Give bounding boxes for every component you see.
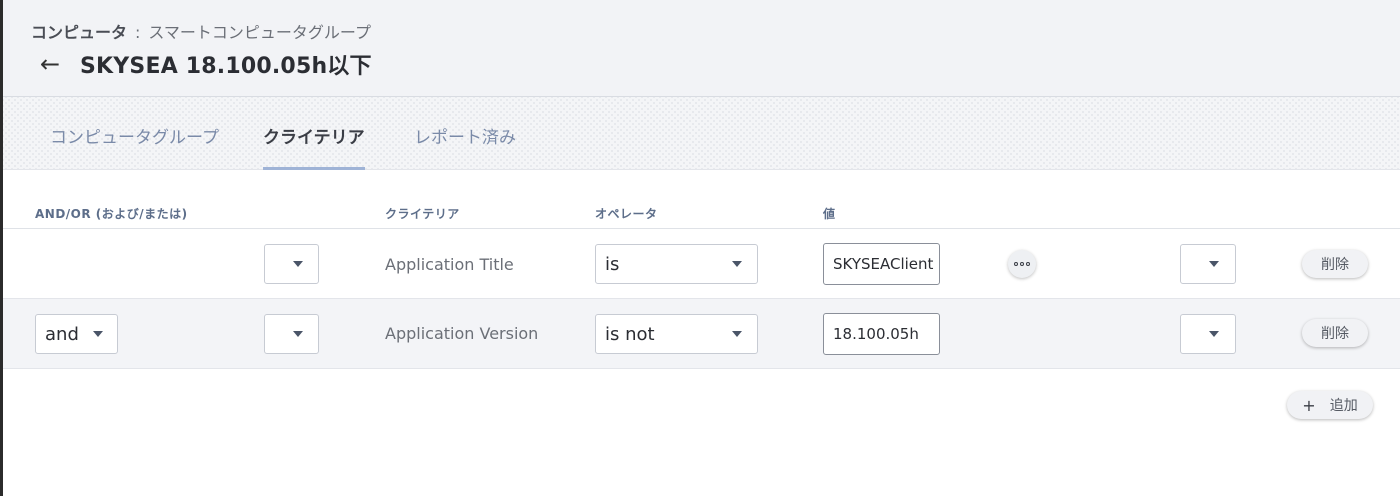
criteria-row: Application Title is SKYSEAClient 削除 (0, 229, 1400, 299)
chevron-down-icon (732, 331, 742, 337)
page-title: SKYSEA 18.100.05h以下 (80, 54, 372, 79)
chevron-down-icon (1209, 261, 1219, 267)
window-edge (0, 0, 3, 496)
column-header-operator: オペレータ (595, 207, 658, 221)
opening-paren-select[interactable] (264, 244, 319, 284)
chevron-down-icon (1209, 331, 1219, 337)
add-criteria-button[interactable]: + 追加 (1287, 391, 1373, 419)
chevron-down-icon (293, 331, 303, 337)
criteria-name: Application Title (385, 255, 514, 274)
operator-value: is not (605, 323, 655, 345)
breadcrumb-separator: : (135, 23, 141, 42)
back-arrow-icon[interactable]: ← (40, 49, 80, 79)
add-label: 追加 (1329, 398, 1358, 414)
tab-bar: コンピュータグループ クライテリア レポート済み (0, 97, 1400, 170)
chevron-down-icon (293, 261, 303, 267)
closing-paren-select[interactable] (1180, 244, 1236, 284)
and-or-value: and (45, 323, 79, 345)
operator-value: is (605, 253, 620, 275)
and-or-select[interactable]: and (35, 314, 118, 354)
breadcrumb-root[interactable]: コンピュータ (31, 23, 127, 42)
chevron-down-icon (732, 261, 742, 267)
closing-paren-select[interactable] (1180, 314, 1236, 354)
operator-select[interactable]: is (595, 244, 758, 284)
opening-paren-select[interactable] (264, 314, 319, 354)
title-row: ← SKYSEA 18.100.05h以下 (40, 48, 372, 80)
column-header-and-or: AND/OR (および/または) (35, 207, 188, 221)
value-input[interactable]: SKYSEAClient (823, 243, 940, 285)
plus-icon: + (1302, 395, 1316, 415)
delete-button[interactable]: 削除 (1302, 250, 1368, 278)
column-header-value: 値 (823, 207, 836, 221)
criteria-name: Application Version (385, 324, 539, 343)
breadcrumb: コンピュータ: スマートコンピュータグループ (31, 19, 371, 43)
more-options-icon[interactable] (1008, 250, 1036, 278)
criteria-table-header: AND/OR (および/または) クライテリア オペレータ 値 (0, 196, 1400, 229)
criteria-row: and Application Version is not 18.100.05… (0, 299, 1400, 369)
tab-computer-groups[interactable]: コンピュータグループ (50, 97, 219, 170)
tab-reports[interactable]: レポート済み (414, 97, 516, 170)
tab-criteria[interactable]: クライテリア (263, 97, 365, 170)
chevron-down-icon (93, 331, 103, 337)
delete-button[interactable]: 削除 (1302, 319, 1368, 347)
breadcrumb-current: スマートコンピュータグループ (148, 23, 371, 42)
column-header-criteria: クライテリア (385, 207, 460, 221)
value-input[interactable]: 18.100.05h (823, 313, 940, 355)
page-header: コンピュータ: スマートコンピュータグループ ← SKYSEA 18.100.05… (0, 0, 1400, 97)
operator-select[interactable]: is not (595, 314, 758, 354)
